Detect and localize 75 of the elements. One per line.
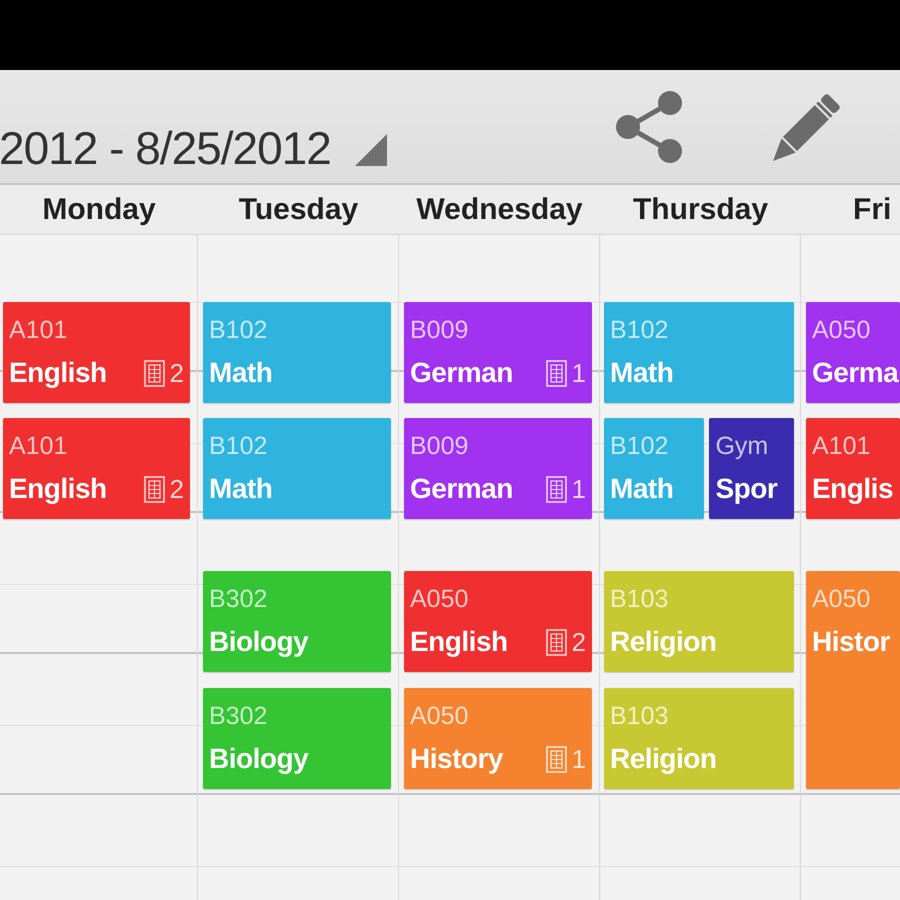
room-label: A050 bbox=[410, 584, 468, 614]
room-label: A101 bbox=[9, 315, 68, 345]
day-label: Monday bbox=[42, 192, 156, 226]
notebook-icon bbox=[144, 360, 165, 386]
lesson-card[interactable]: B102 Math bbox=[203, 418, 391, 519]
day-label: Thursday bbox=[632, 192, 768, 226]
room-label: B102 bbox=[209, 431, 268, 461]
room-label: B103 bbox=[610, 584, 668, 614]
notebook-icon bbox=[546, 476, 567, 502]
subject-label: Religion bbox=[610, 625, 716, 659]
day-label: Fri bbox=[853, 192, 892, 226]
homework-count: 1 bbox=[572, 474, 586, 504]
subject-label: Histor bbox=[812, 625, 890, 659]
subject-label: Englis bbox=[812, 472, 894, 506]
room-label: B103 bbox=[610, 701, 668, 731]
pencil-icon[interactable] bbox=[772, 92, 842, 162]
subject-label: German bbox=[410, 356, 513, 390]
subject-label: Math bbox=[209, 356, 272, 390]
room-label: B302 bbox=[209, 701, 268, 731]
homework-count: 2 bbox=[170, 474, 184, 504]
notebook-icon bbox=[546, 360, 567, 386]
lesson-card[interactable]: B009 German 1 bbox=[404, 418, 592, 519]
lesson-card[interactable]: B103 Religion bbox=[604, 571, 794, 672]
subject-label: History bbox=[410, 742, 503, 776]
subject-label: Germa bbox=[812, 356, 898, 390]
notebook-icon bbox=[546, 746, 567, 772]
room-label: A101 bbox=[9, 431, 68, 461]
lesson-card[interactable]: B102 Math bbox=[604, 302, 794, 403]
date-range-dropdown[interactable]: 2012 - 8/25/2012 bbox=[0, 122, 387, 174]
subject-label: Religion bbox=[610, 742, 716, 776]
subject-label: Math bbox=[610, 356, 674, 390]
lesson-card[interactable]: B302 Biology bbox=[203, 688, 391, 789]
room-label: B009 bbox=[410, 315, 468, 345]
lesson-card[interactable]: Gym Spor bbox=[709, 418, 794, 519]
room-label: A050 bbox=[812, 584, 870, 614]
room-label: B009 bbox=[410, 431, 468, 461]
subject-label: Spor bbox=[715, 472, 778, 506]
room-label: B102 bbox=[610, 315, 668, 345]
lesson-card[interactable]: A050 Histor bbox=[806, 571, 900, 789]
notebook-icon bbox=[144, 476, 165, 502]
homework-count: 1 bbox=[572, 744, 586, 774]
lesson-card[interactable]: A050 History 1 bbox=[404, 688, 592, 789]
lesson-card[interactable]: B009 German 1 bbox=[404, 302, 592, 403]
notebook-icon bbox=[546, 628, 567, 656]
subject-label: Biology bbox=[209, 742, 308, 776]
subject-label: Biology bbox=[209, 625, 308, 659]
subject-label: English bbox=[9, 472, 107, 506]
room-label: B102 bbox=[610, 431, 668, 461]
lesson-card[interactable]: A101 English 2 bbox=[3, 302, 190, 403]
subject-label: English bbox=[9, 356, 107, 390]
room-label: Gym bbox=[715, 431, 768, 461]
lesson-card[interactable]: A050 English 2 bbox=[404, 571, 592, 672]
lesson-card[interactable]: B103 Religion bbox=[604, 688, 794, 789]
room-label: B302 bbox=[209, 584, 268, 614]
day-label: Tuesday bbox=[238, 192, 358, 226]
room-label: A050 bbox=[410, 701, 468, 731]
lesson-card[interactable]: B102 Math bbox=[604, 418, 704, 519]
room-label: A050 bbox=[812, 315, 870, 345]
homework-count: 2 bbox=[572, 627, 586, 657]
lesson-card[interactable]: B102 Math bbox=[203, 302, 391, 403]
lesson-card[interactable]: B302 Biology bbox=[203, 571, 391, 672]
lesson-card[interactable]: A101 Englis bbox=[806, 418, 900, 519]
lesson-card[interactable]: A050 Germa bbox=[806, 302, 900, 403]
room-label: B102 bbox=[209, 315, 268, 345]
lesson-card[interactable]: A101 English 2 bbox=[3, 418, 190, 519]
share-icon[interactable] bbox=[616, 91, 682, 163]
subject-label: English bbox=[410, 625, 508, 659]
subject-label: German bbox=[410, 472, 513, 506]
homework-count: 2 bbox=[170, 358, 184, 388]
room-label: A101 bbox=[812, 431, 870, 461]
subject-label: Math bbox=[209, 472, 272, 506]
day-label: Wednesday bbox=[416, 192, 583, 226]
dropdown-corner-icon bbox=[354, 134, 387, 166]
homework-count: 1 bbox=[572, 358, 586, 388]
subject-label: Math bbox=[610, 472, 674, 506]
